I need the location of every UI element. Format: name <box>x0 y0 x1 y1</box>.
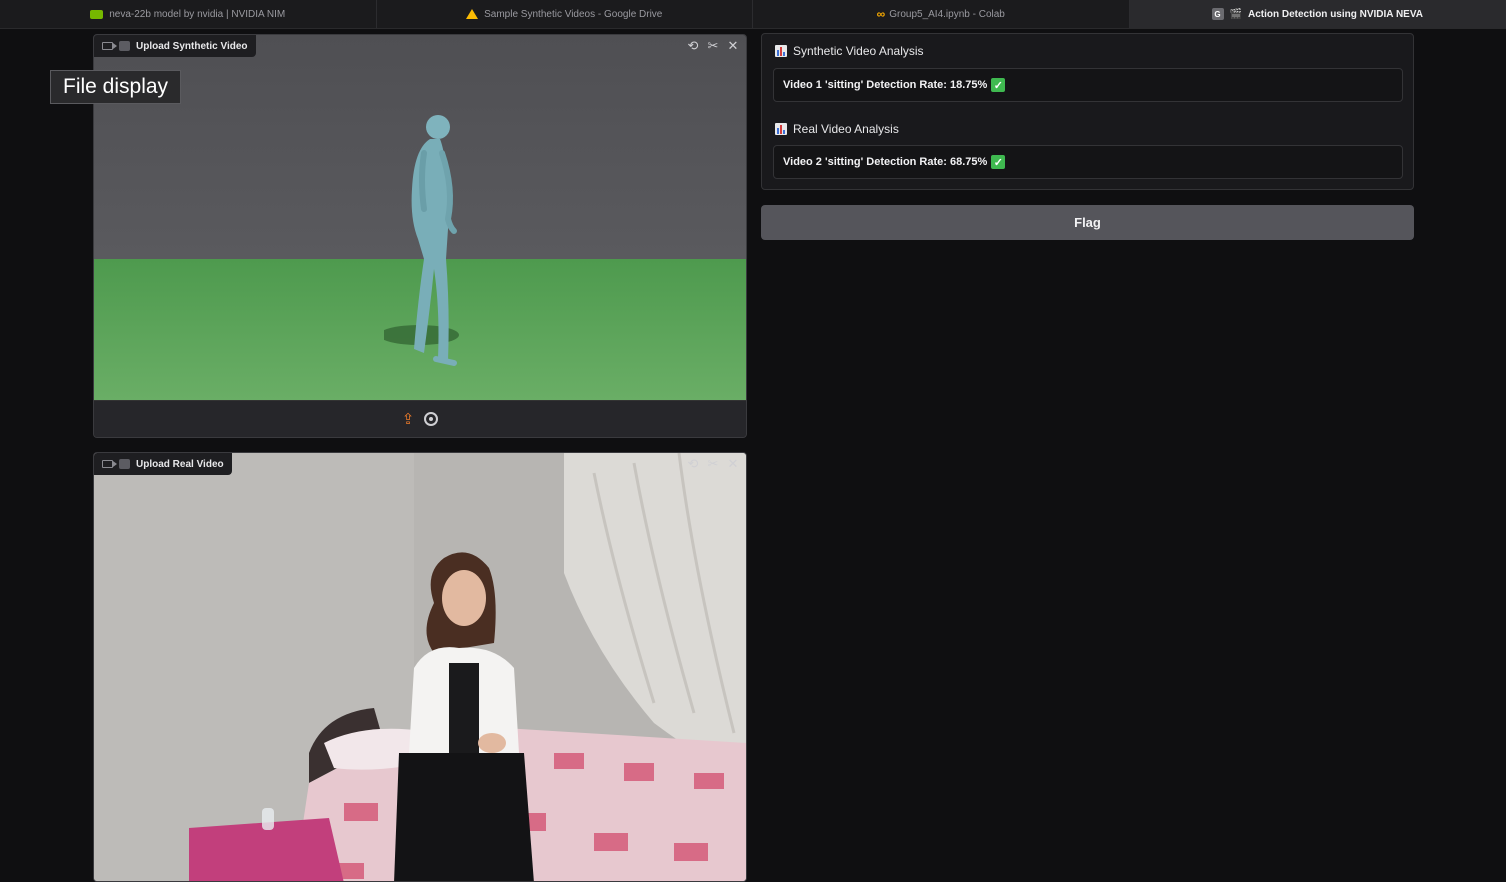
synthetic-video-frame <box>94 35 746 401</box>
real-video-tools: ⟲ ✂ ✕ <box>684 455 742 473</box>
close-icon[interactable]: ✕ <box>724 37 742 55</box>
file-display-tooltip: File display <box>50 70 181 104</box>
real-video-still <box>94 453 746 882</box>
tab-colab[interactable]: ∞ Group5_AI4.ipynb - Colab <box>753 0 1130 28</box>
real-analysis-heading: Real Video Analysis <box>775 122 899 136</box>
synthetic-human-figure <box>384 109 474 401</box>
scissors-icon[interactable]: ✂ <box>704 455 722 473</box>
check-mark-icon: ✓ <box>991 155 1005 169</box>
synthetic-analysis-heading: Synthetic Video Analysis <box>775 44 924 58</box>
nvidia-icon <box>90 10 103 19</box>
real-video-label: Upload Real Video <box>94 453 232 475</box>
video-camera-icon <box>102 460 113 468</box>
real-result-box: Video 2 'sitting' Detection Rate: 68.75%… <box>773 145 1403 179</box>
tab-title: Action Detection using NVIDIA NEVA <box>1248 9 1423 20</box>
tab-title: Group5_AI4.ipynb - Colab <box>889 9 1005 20</box>
section-title-text: Synthetic Video Analysis <box>793 44 924 58</box>
app-g-icon: G <box>1212 8 1224 20</box>
synthetic-video-panel[interactable]: Upload Synthetic Video ⟲ ✂ ✕ ⇪ <box>93 34 747 438</box>
synthetic-video-label: Upload Synthetic Video <box>94 35 256 57</box>
real-video-frame <box>94 453 746 882</box>
upload-icon[interactable]: ⇪ <box>402 410 415 428</box>
video-camera-icon <box>102 42 113 50</box>
tab-title: Sample Synthetic Videos - Google Drive <box>484 9 662 20</box>
panel-label-text: Upload Real Video <box>136 459 224 470</box>
undo-icon[interactable]: ⟲ <box>684 37 702 55</box>
bar-chart-icon <box>775 123 787 135</box>
real-result-text: Video 2 'sitting' Detection Rate: 68.75% <box>783 156 987 168</box>
film-icon <box>119 459 130 469</box>
synthetic-video-tools: ⟲ ✂ ✕ <box>684 37 742 55</box>
section-title-text: Real Video Analysis <box>793 122 899 136</box>
analysis-card: Synthetic Video Analysis Video 1 'sittin… <box>761 33 1414 190</box>
scissors-icon[interactable]: ✂ <box>704 37 722 55</box>
synthetic-result-box: Video 1 'sitting' Detection Rate: 18.75%… <box>773 68 1403 102</box>
tab-title: neva-22b model by nvidia | NVIDIA NIM <box>109 9 285 20</box>
check-mark-icon: ✓ <box>991 78 1005 92</box>
bar-chart-icon <box>775 45 787 57</box>
colab-icon: ∞ <box>877 7 884 21</box>
browser-tab-bar: neva-22b model by nvidia | NVIDIA NIM Sa… <box>0 0 1506 29</box>
tab-action-detection[interactable]: G 🎬 Action Detection using NVIDIA NEVA <box>1130 0 1506 28</box>
webcam-icon[interactable] <box>424 412 438 426</box>
tab-google-drive[interactable]: Sample Synthetic Videos - Google Drive <box>377 0 754 28</box>
clapperboard-icon: 🎬 <box>1230 9 1242 20</box>
real-video-panel[interactable]: Upload Real Video ⟲ ✂ ✕ <box>93 452 747 882</box>
synthetic-result-text: Video 1 'sitting' Detection Rate: 18.75% <box>783 79 987 91</box>
flag-button[interactable]: Flag <box>761 205 1414 240</box>
tab-neva-model[interactable]: neva-22b model by nvidia | NVIDIA NIM <box>0 0 377 28</box>
google-drive-icon <box>466 9 478 19</box>
film-icon <box>119 41 130 51</box>
undo-icon[interactable]: ⟲ <box>684 455 702 473</box>
panel-label-text: Upload Synthetic Video <box>136 41 248 52</box>
close-icon[interactable]: ✕ <box>724 455 742 473</box>
synthetic-video-footer: ⇪ <box>94 400 746 437</box>
